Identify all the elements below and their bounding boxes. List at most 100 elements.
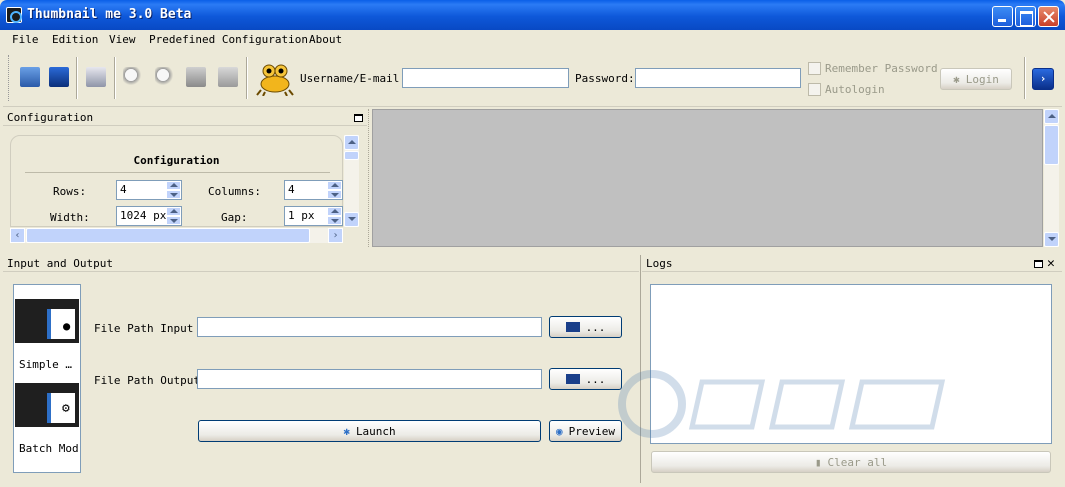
zoom-out-icon[interactable] [155,67,175,87]
configuration-heading: Configuration [133,154,220,167]
columns-down-arrow-icon[interactable] [327,190,342,199]
input-output-panel-header: Input and Output [3,255,639,272]
width-value: 1024 px [120,209,167,222]
browse-output-label: ... [585,372,606,386]
rows-spinbox[interactable]: 4 [116,180,182,200]
scroll-down-arrow-icon[interactable] [344,212,359,227]
scroll-up-arrow-icon[interactable] [344,135,359,150]
configuration-vertical-scrollbar[interactable] [344,135,359,227]
gap-down-arrow-icon[interactable] [327,216,342,225]
login-button[interactable]: ✱ Login [940,68,1012,90]
title-bar: Thumbnail me 3.0 Beta [0,0,1065,30]
launch-label: Launch [355,424,396,438]
remember-password-checkbox[interactable] [808,62,821,75]
preview-vertical-scrollbar[interactable] [1044,109,1059,247]
preview-scroll-up-arrow-icon[interactable] [1044,109,1059,124]
menu-view[interactable]: View [109,33,136,46]
preview-label: Preview [568,424,615,438]
close-button[interactable] [1038,6,1059,27]
save-icon[interactable] [86,67,106,87]
width-up-arrow-icon[interactable] [166,207,181,216]
preview-button[interactable]: ◉ Preview [549,420,622,442]
toolbar-separator [114,57,116,99]
width-down-arrow-icon[interactable] [166,216,181,225]
columns-spinbox[interactable]: 4 [284,180,343,200]
rows-label: Rows: [53,185,87,198]
toolbar-separator [1024,57,1026,99]
float-panel-icon[interactable] [354,114,363,122]
scroll-right-arrow-icon[interactable]: › [328,228,343,243]
menu-about[interactable]: About [309,33,342,46]
login-icon: ✱ [953,72,960,86]
camera-icon: ● [63,319,71,333]
heading-divider [25,172,330,173]
toolbar-grip[interactable] [8,55,10,101]
menu-edition[interactable]: Edition [52,33,98,46]
next-arrow-icon[interactable]: › [1032,68,1054,90]
logs-float-icon[interactable] [1034,260,1043,268]
clear-all-button[interactable]: ▮ Clear all [651,451,1051,473]
preview-scroll-down-arrow-icon[interactable] [1044,232,1059,247]
folder-icon [565,374,580,384]
password-label: Password: [575,72,635,85]
browse-input-label: ... [585,320,606,334]
folder-icon [565,322,580,332]
batch-mode-label[interactable]: Batch Mod [19,442,79,455]
rows-down-arrow-icon[interactable] [166,190,181,199]
batch-mode-item[interactable]: ⚙ [15,383,79,427]
launch-button[interactable]: ✱ Launch [198,420,541,442]
logs-panel-header: Logs [642,255,1062,272]
username-label: Username/E-mail: [300,72,406,85]
scroll-left-arrow-icon[interactable]: ‹ [10,228,25,243]
rows-value: 4 [120,183,127,196]
file-path-output-field[interactable] [197,369,542,389]
settings-icon[interactable] [20,67,40,87]
browse-input-button[interactable]: ... [549,316,622,338]
columns-value: 4 [288,183,295,196]
columns-up-arrow-icon[interactable] [327,181,342,190]
maximize-button[interactable] [1015,6,1036,27]
configuration-panel-header: Configuration [3,109,367,126]
logs-close-icon[interactable]: ✕ [1047,256,1055,271]
file-path-output-label: File Path Output [94,374,200,387]
logs-text-area[interactable] [650,284,1052,444]
file-path-input-label: File Path Input [94,322,194,335]
scroll-thumb[interactable] [344,151,359,160]
menu-file[interactable]: File [12,33,39,46]
zoom-in-icon[interactable] [123,67,143,87]
autologin-checkbox[interactable] [808,83,821,96]
configuration-horizontal-scrollbar[interactable]: ‹ › [10,228,343,243]
minimize-button[interactable] [992,6,1013,27]
password-field[interactable] [635,68,801,88]
thumbnail-preview-area [372,109,1043,247]
remember-password-label: Remember Password [825,62,938,75]
preview-scroll-thumb[interactable] [1044,125,1059,165]
trash-icon: ▮ [814,455,822,469]
upload-icon[interactable] [218,67,238,87]
horizontal-scroll-thumb[interactable] [26,228,310,243]
trash-icon[interactable] [186,67,206,87]
gap-label: Gap: [221,211,248,224]
panel-divider[interactable] [640,255,641,483]
width-label: Width: [50,211,90,224]
gap-spinbox[interactable]: 1 px [284,206,343,226]
browse-output-button[interactable]: ... [549,368,622,390]
gap-value: 1 px [288,209,315,222]
gear-icon: ⚙ [62,401,70,416]
columns-label: Columns: [208,185,261,198]
simple-mode-label[interactable]: Simple … [19,358,72,371]
menu-predefined-configuration[interactable]: Predefined Configuration [149,33,308,46]
load-icon[interactable] [49,67,69,87]
toolbar-separator [76,57,78,99]
width-spinbox[interactable]: 1024 px [116,206,182,226]
configuration-panel-title: Configuration [7,111,94,124]
clear-all-label: Clear all [827,455,888,469]
gap-up-arrow-icon[interactable] [327,207,342,216]
frog-logo [256,64,294,96]
username-field[interactable] [402,68,569,88]
rows-up-arrow-icon[interactable] [166,181,181,190]
autologin-label: Autologin [825,83,885,96]
vertical-splitter[interactable] [368,109,371,247]
file-path-input-field[interactable] [197,317,542,337]
simple-mode-item[interactable]: ● [15,299,79,343]
